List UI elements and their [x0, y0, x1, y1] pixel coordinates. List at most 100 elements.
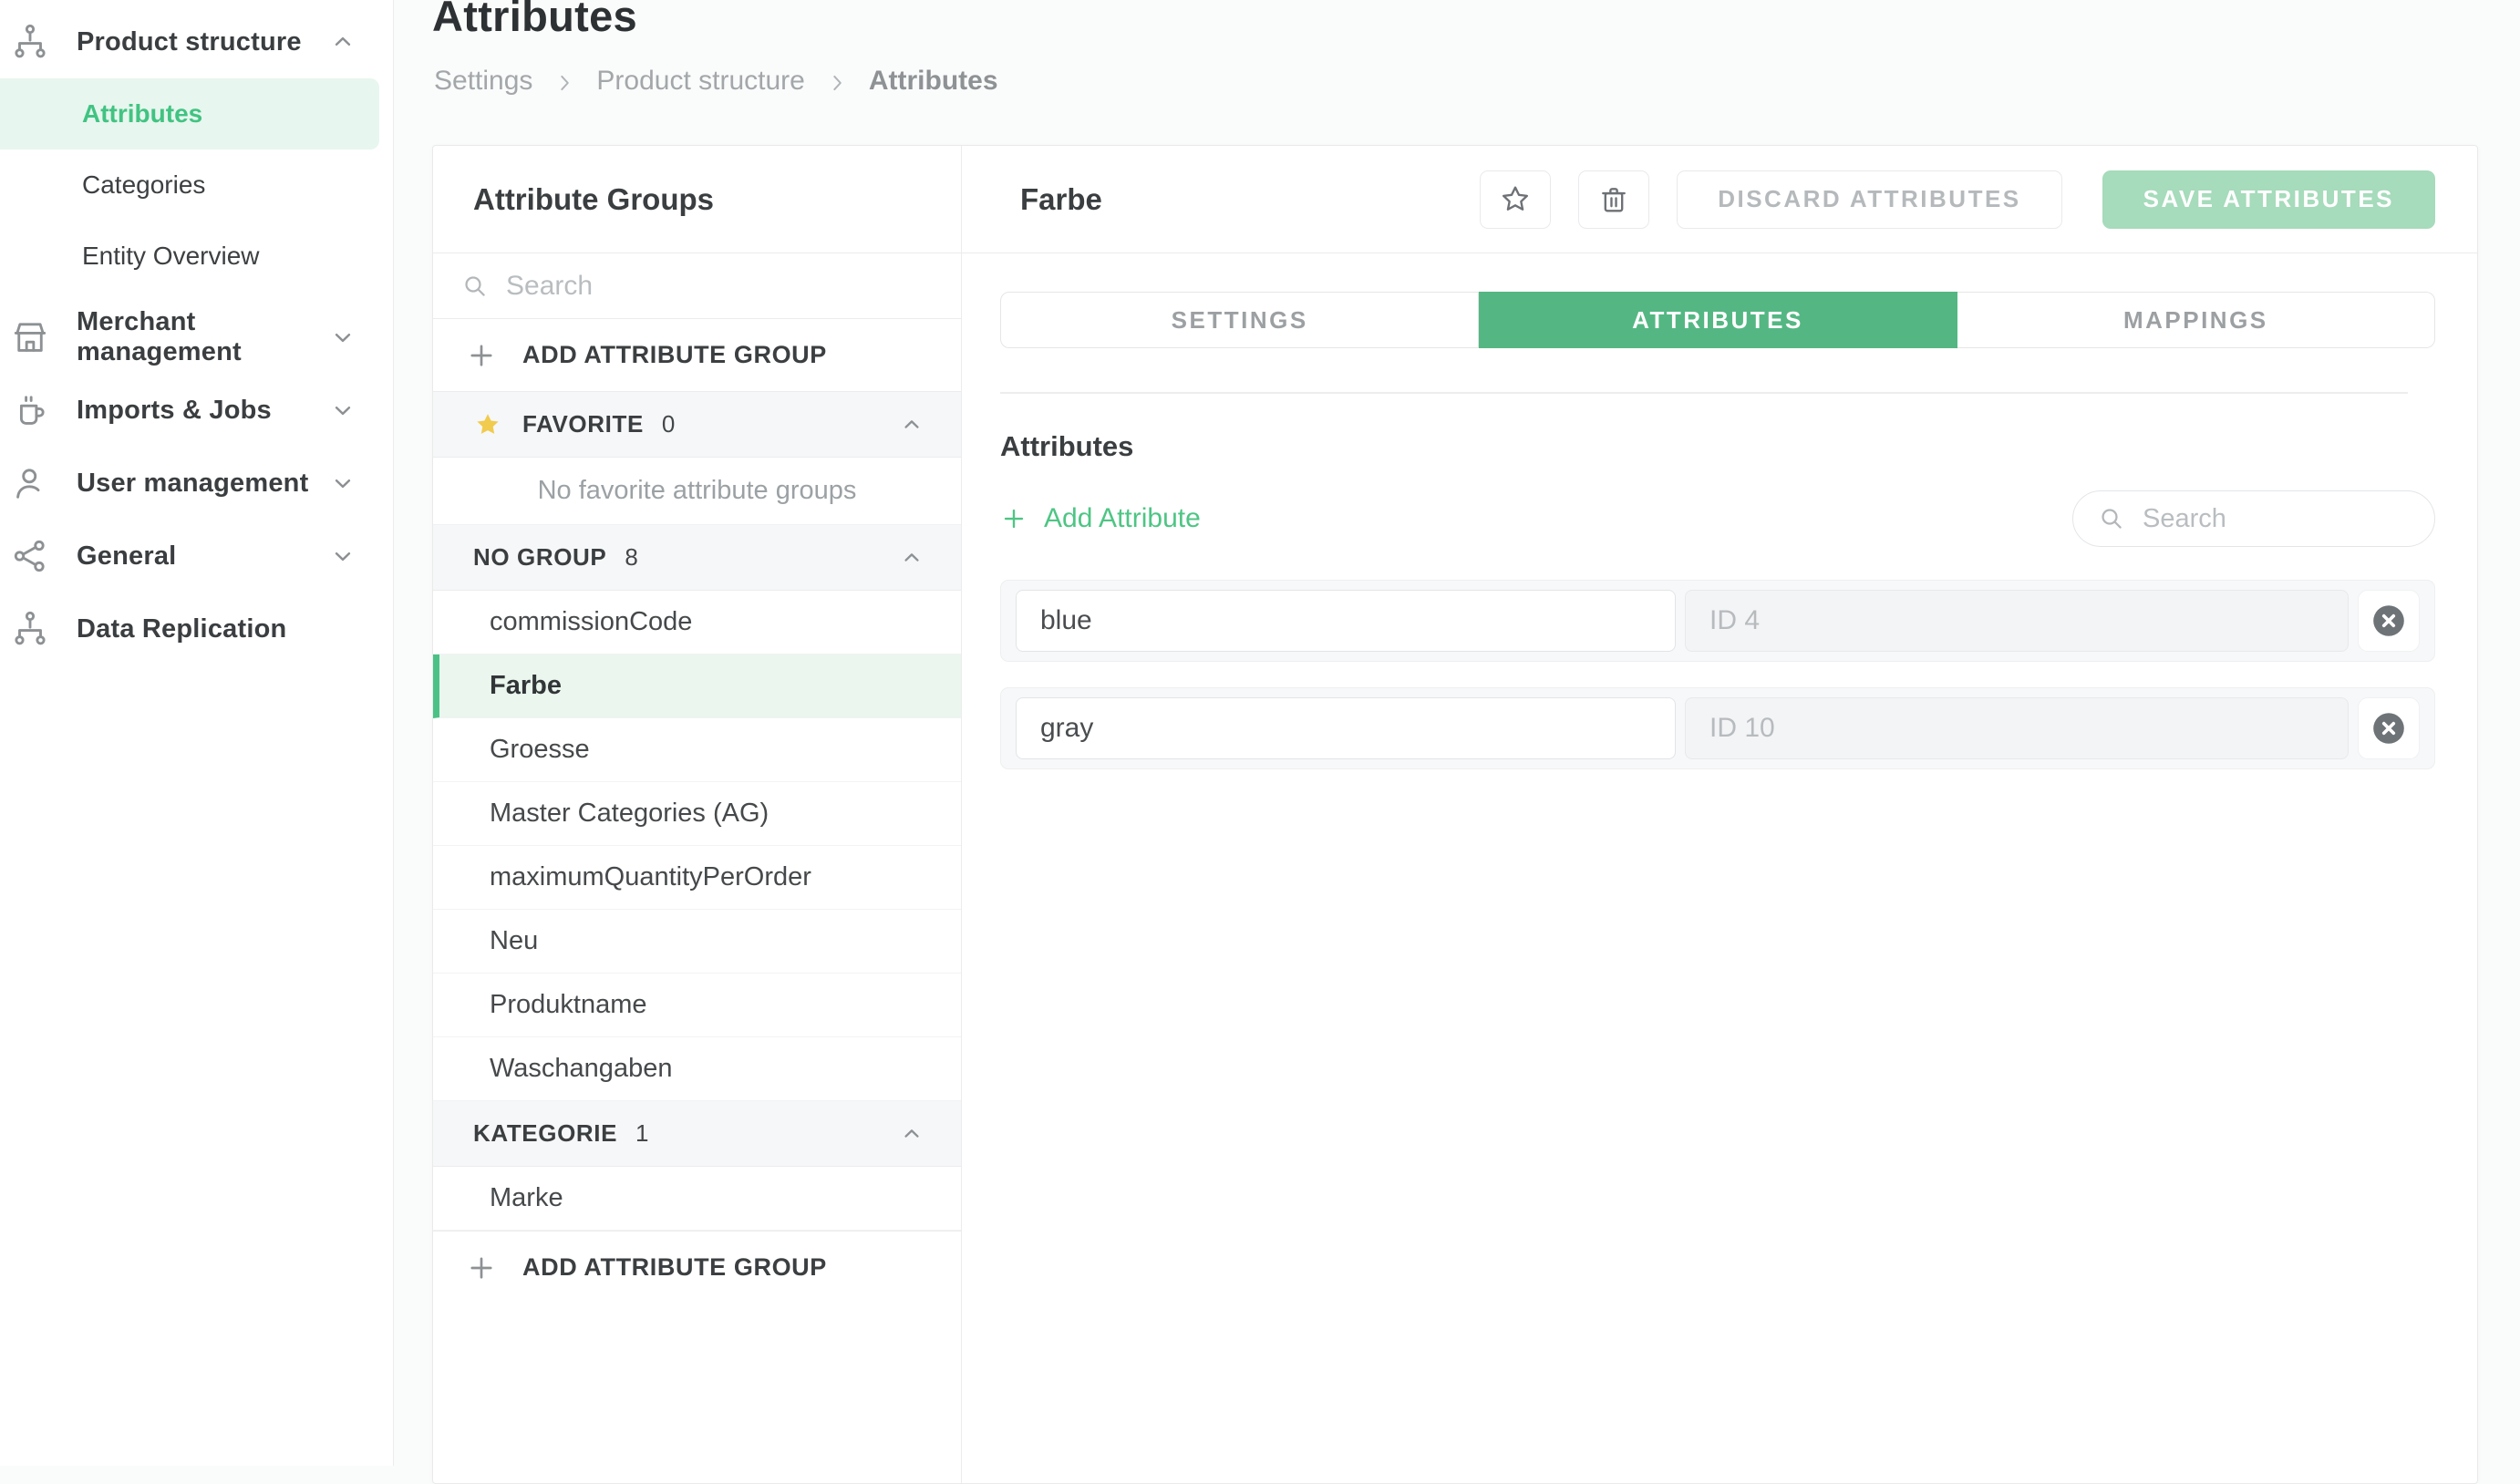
attribute-group-item-marke[interactable]: Marke: [433, 1167, 961, 1231]
sidebar-item-label: General: [77, 541, 329, 572]
sidebar-item-label: Data Replication: [77, 614, 356, 644]
chevron-down-icon: [329, 324, 356, 351]
sidebar-item-entity-overview[interactable]: Entity Overview: [0, 221, 379, 292]
storefront-icon: [9, 316, 51, 358]
discard-attributes-button[interactable]: DISCARD ATTRIBUTES: [1677, 170, 2061, 229]
sidebar-item-label: Product structure: [77, 27, 329, 57]
sidebar-item-user-management[interactable]: User management: [0, 447, 393, 520]
breadcrumb-item: Attributes: [869, 66, 998, 97]
sidebar-item-data-replication[interactable]: Data Replication: [0, 593, 393, 665]
tab-settings[interactable]: SETTINGS: [1000, 292, 1479, 348]
add-attribute-group-button-bottom[interactable]: ADD ATTRIBUTE GROUP: [433, 1231, 961, 1304]
x-circle-icon: [2370, 709, 2408, 747]
remove-attribute-button[interactable]: [2358, 590, 2420, 652]
tab-mappings[interactable]: MAPPINGS: [1957, 292, 2435, 348]
attribute-group-item-maximumquantityperorder[interactable]: maximumQuantityPerOrder: [433, 846, 961, 910]
detail-tabs: SETTINGSATTRIBUTESMAPPINGS: [1000, 292, 2435, 348]
delete-group-button[interactable]: [1578, 170, 1649, 229]
group-section-header-kategorie[interactable]: KATEGORIE 1: [433, 1101, 961, 1167]
section-name: FAVORITE: [522, 410, 644, 438]
chevron-down-icon: [329, 397, 356, 424]
section-count: 0: [662, 410, 675, 438]
attribute-groups-panel: Attribute Groups ADD ATTRIBUTE GROUP FAV…: [433, 146, 962, 1483]
breadcrumb-item[interactable]: Settings: [434, 66, 532, 97]
search-icon: [2097, 504, 2126, 533]
chevron-up-icon: [899, 1121, 924, 1147]
sidebar-item-product-structure[interactable]: Product structure: [0, 5, 393, 78]
chevron-right-icon: [553, 71, 576, 95]
attribute-id-field: ID 4: [1685, 590, 2349, 652]
attribute-name-input[interactable]: [1016, 697, 1676, 759]
hierarchy-icon: [9, 21, 51, 63]
attribute-group-item-neu[interactable]: Neu: [433, 910, 961, 974]
replication-icon: [9, 608, 51, 650]
star-icon: [473, 410, 502, 439]
divider: [1000, 392, 2408, 394]
chevron-down-icon: [329, 542, 356, 570]
sidebar-item-label: User management: [77, 469, 329, 499]
attribute-group-item-commissioncode[interactable]: commissionCode: [433, 591, 961, 654]
chevron-up-icon: [899, 412, 924, 438]
add-attribute-button[interactable]: Add Attribute: [1000, 503, 1201, 534]
add-attribute-group-button-top[interactable]: ADD ATTRIBUTE GROUP: [433, 319, 961, 392]
attribute-name-input[interactable]: [1016, 590, 1676, 652]
attribute-group-item-farbe[interactable]: Farbe: [433, 654, 961, 718]
sidebar-item-categories[interactable]: Categories: [0, 149, 379, 221]
section-name: KATEGORIE: [473, 1119, 617, 1148]
user-icon: [9, 462, 51, 504]
chevron-right-icon: [825, 71, 849, 95]
attribute-id-field: ID 10: [1685, 697, 2349, 759]
sidebar-nav: Product structure AttributesCategoriesEnt…: [0, 0, 393, 665]
detail-body: SETTINGSATTRIBUTESMAPPINGS Attributes Ad…: [962, 253, 2477, 1483]
plus-icon: [466, 340, 497, 371]
divider: [0, 292, 393, 301]
sidebar-item-merchant-management[interactable]: Merchant management: [0, 301, 393, 374]
empty-favorites-text: No favorite attribute groups: [433, 458, 961, 525]
breadcrumb-item[interactable]: Product structure: [596, 66, 804, 97]
group-section-header-favorite[interactable]: FAVORITE 0: [433, 392, 961, 458]
attributes-search: [2072, 490, 2435, 547]
attribute-group-item-produktname[interactable]: Produktname: [433, 974, 961, 1037]
groups-search: [433, 253, 961, 319]
attribute-row: ID 4: [1000, 580, 2435, 662]
favorite-star-button[interactable]: [1480, 170, 1551, 229]
group-sections: FAVORITE0No favorite attribute groupsNO …: [433, 392, 961, 1231]
section-name: NO GROUP: [473, 543, 606, 572]
section-count: 8: [625, 543, 637, 572]
attributes-toolbar: Add Attribute: [1000, 490, 2435, 547]
sidebar-item-general[interactable]: General: [0, 520, 393, 593]
chevron-down-icon: [329, 469, 356, 497]
page-title: Attributes: [432, 0, 637, 41]
group-section-header-no-group[interactable]: NO GROUP 8: [433, 525, 961, 591]
plus-icon: [466, 1252, 497, 1283]
sidebar-item-imports-jobs[interactable]: Imports & Jobs: [0, 374, 393, 447]
attribute-row: ID 10: [1000, 687, 2435, 769]
x-circle-icon: [2370, 602, 2408, 640]
sidebar-item-label: Merchant management: [77, 307, 329, 367]
network-icon: [9, 535, 51, 577]
sidebar: Product structure AttributesCategoriesEnt…: [0, 0, 394, 1466]
save-attributes-button[interactable]: SAVE ATTRIBUTES: [2102, 170, 2435, 229]
sidebar-item-label: Imports & Jobs: [77, 396, 329, 426]
breadcrumb: Settings Product structure Attributes: [434, 66, 998, 97]
attributes-card: Attribute Groups ADD ATTRIBUTE GROUP FAV…: [432, 145, 2478, 1484]
remove-attribute-button[interactable]: [2358, 697, 2420, 759]
sidebar-item-attributes[interactable]: Attributes: [0, 78, 379, 149]
attributes-search-input[interactable]: [2143, 504, 2425, 534]
search-icon: [460, 272, 490, 301]
attribute-group-item-master-categories-ag-[interactable]: Master Categories (AG): [433, 782, 961, 846]
attribute-groups-title: Attribute Groups: [433, 146, 961, 253]
section-count: 1: [635, 1119, 648, 1148]
main-content: Attributes Settings Product structure Attr…: [394, 0, 2520, 1466]
attribute-group-item-groesse[interactable]: Groesse: [433, 718, 961, 782]
detail-header: Farbe DISCARD ATTRIBUTES SAVE ATTRIBUTES: [962, 146, 2477, 253]
tab-attributes[interactable]: ATTRIBUTES: [1479, 292, 1957, 348]
imports-icon: [9, 389, 51, 431]
groups-search-input[interactable]: [506, 271, 934, 302]
chevron-up-icon: [329, 28, 356, 56]
attribute-group-detail: Farbe DISCARD ATTRIBUTES SAVE ATTRIBUTES…: [962, 146, 2477, 1483]
attribute-group-item-waschangaben[interactable]: Waschangaben: [433, 1037, 961, 1101]
attributes-section-title: Attributes: [1000, 430, 2435, 463]
header-actions: DISCARD ATTRIBUTES SAVE ATTRIBUTES: [1452, 170, 2435, 229]
plus-icon: [1000, 505, 1028, 532]
